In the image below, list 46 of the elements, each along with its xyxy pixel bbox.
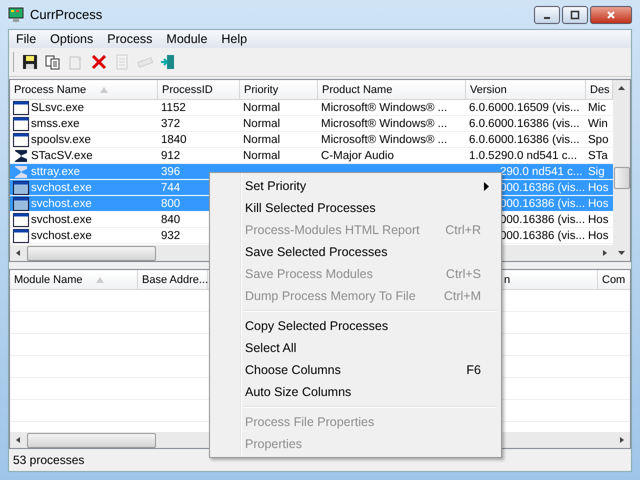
table-cell: 6.0.6000.16386 (vis... xyxy=(469,134,580,146)
table-cell: svchost.exe xyxy=(31,214,92,226)
table-cell: STacSV.exe xyxy=(31,150,93,162)
table-cell: Normal xyxy=(243,134,280,146)
table-cell: Win xyxy=(588,118,608,130)
table-cell: 840 xyxy=(161,214,180,226)
table-cell: sttray.exe xyxy=(31,166,80,178)
table-cell: Sig xyxy=(588,166,605,178)
table-cell: Hos xyxy=(588,198,608,210)
table-cell: 290.0 nd541 c... xyxy=(500,166,582,178)
table-cell: Microsoft® Windows® ... xyxy=(321,102,448,114)
table-cell: 000.16386 (vis... xyxy=(500,214,586,226)
table-cell: 912 xyxy=(161,150,180,162)
table-cell: 744 xyxy=(161,182,180,194)
table-cell: STa xyxy=(588,150,608,162)
table-cell: smss.exe xyxy=(31,118,80,130)
table-cell: 800 xyxy=(161,198,180,210)
window-title: CurrProcess xyxy=(30,7,102,22)
table-cell: Mic xyxy=(588,102,606,114)
table-cell: 6.0.6000.16509 (vis... xyxy=(469,102,580,114)
table-cell: 6.0.6000.16386 (vis... xyxy=(469,118,580,130)
table-cell: Hos xyxy=(588,214,608,226)
table-cell: 396 xyxy=(161,166,180,178)
table-cell: Hos xyxy=(588,182,608,194)
table-cell: Microsoft® Windows® ... xyxy=(321,134,448,146)
table-cell: svchost.exe xyxy=(31,182,92,194)
table-cell: 000.16386 (vis... xyxy=(500,198,586,210)
table-cell: 000.16386 (vis... xyxy=(500,230,586,242)
table-cell: Microsoft® Windows® ... xyxy=(321,118,448,130)
table-cell: 1152 xyxy=(161,102,186,114)
table-cell: 000.16386 (vis... xyxy=(500,182,586,194)
table-cell: 932 xyxy=(161,230,180,242)
table-cell: C-Major Audio xyxy=(321,150,394,162)
table-cell: 372 xyxy=(161,118,180,130)
table-cell: Spo xyxy=(588,134,608,146)
table-cell: Normal xyxy=(243,102,280,114)
table-cell: svchost.exe xyxy=(31,230,92,242)
table-cell: 1.0.5290.0 nd541 c... xyxy=(469,150,578,162)
table-cell: spoolsv.exe xyxy=(31,134,91,146)
table-cell: Normal xyxy=(243,118,280,130)
table-cell: svchost.exe xyxy=(31,198,92,210)
table-cell: Normal xyxy=(243,150,280,162)
table-cell: Hos xyxy=(588,230,608,242)
status-text: 53 processes xyxy=(13,453,84,467)
table-cell: SLsvc.exe xyxy=(31,102,84,114)
table-cell: 1840 xyxy=(161,134,187,146)
